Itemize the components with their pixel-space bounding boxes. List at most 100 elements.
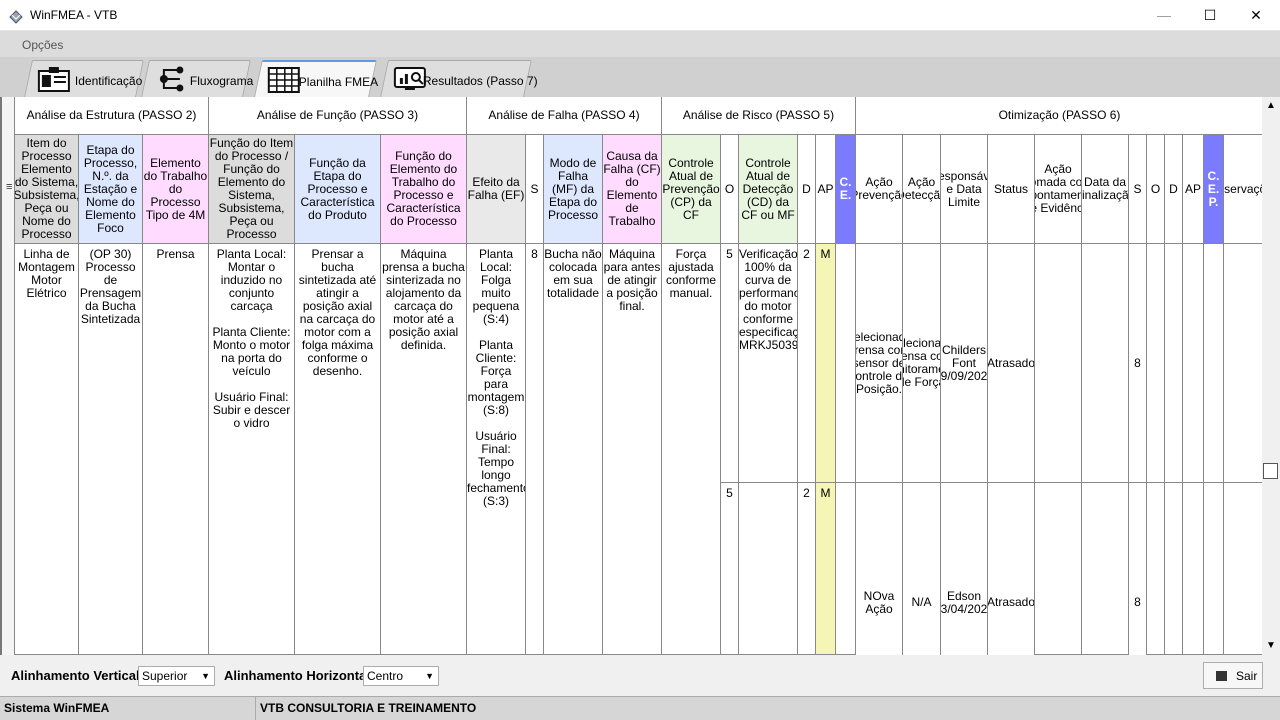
cell-d2[interactable] [1165, 483, 1183, 655]
cell-prev-action[interactable]: Selecionada prensa com sensor de control… [856, 244, 903, 483]
cell-func-step[interactable]: Prensar a bucha sintetizada até atingir … [295, 244, 381, 655]
close-button[interactable]: ✕ [1233, 0, 1279, 30]
tab-fluxograma[interactable]: Fluxograma [141, 60, 254, 97]
cell-ap2[interactable] [1183, 244, 1204, 483]
cell-func-item[interactable]: Planta Local: Montar o induzido no conju… [209, 244, 295, 655]
tab-bar: Identificação Fluxograma Planilha FMEA R… [0, 57, 1280, 97]
cell-det-action[interactable]: Selecionada prensa com monitoramento de … [903, 244, 941, 483]
col-item-header: Item do Processo Elemento do Sistema, Su… [15, 135, 79, 244]
flowchart-icon [159, 66, 184, 92]
window-titlebar: WinFMEA - VTB — ☐ ✕ [0, 0, 1280, 31]
cell-detection[interactable]: Verificação 100% da curva de performance… [739, 244, 798, 483]
cell-s2[interactable]: 8 [1129, 244, 1147, 483]
menu-options[interactable]: Opções [22, 38, 63, 52]
cell-status[interactable]: Atrasado [988, 483, 1035, 655]
col-det-action-header: Ação Detecção [903, 135, 941, 244]
tab-resultados-label: Resultados (Passo 7) [422, 74, 538, 88]
exit-icon [1216, 671, 1227, 681]
cell-cause[interactable]: Máquina para antes de atingir a posição … [603, 244, 662, 655]
cell-o[interactable]: 5 [721, 244, 739, 483]
cell-det-action[interactable]: N/A [903, 483, 941, 655]
col-s-header: S [526, 135, 544, 244]
cell-finish-date[interactable] [1082, 483, 1129, 655]
col-effect-header: Efeito da Falha (EF) [467, 135, 526, 244]
cell-prev-action[interactable]: NOva Ação [856, 483, 903, 655]
col-d2-header: D [1165, 135, 1183, 244]
cell-cep[interactable] [1204, 483, 1224, 655]
cell-mode[interactable]: Bucha não colocada em sua totalidade [544, 244, 603, 655]
cell-responsible[interactable]: Edson 13/04/2023 [941, 483, 988, 655]
tab-fluxograma-label: Fluxograma [189, 74, 254, 88]
fmea-grid[interactable]: ≡ Análise da Estrutura (PASSO 2) Análise… [0, 97, 1262, 655]
col-func-element-header: Função do Elemento do Trabalho do Proces… [381, 135, 467, 244]
col-prevention-header: Controle Atual de Prevenção (CP) da CF [662, 135, 721, 244]
cell-cep[interactable] [1204, 244, 1224, 483]
status-company: VTB CONSULTORIA E TREINAMENTO [260, 701, 477, 715]
window-title: WinFMEA - VTB [30, 8, 118, 22]
col-func-item-header: Função do Item do Processo / Função do E… [209, 135, 295, 244]
cell-responsible[interactable]: Childers Font 09/09/2022 [941, 244, 988, 483]
cell-d[interactable]: 2 [798, 483, 816, 655]
tab-identificacao[interactable]: Identificação [24, 60, 144, 97]
horizontal-alignment-select[interactable]: Centro ▼ [363, 666, 439, 686]
alignment-toolbar: Alinhamento Vertical: Superior ▼ Alinham… [0, 655, 1280, 696]
cell-observations[interactable] [1224, 244, 1262, 483]
group-optimization: Otimização (PASSO 6) [856, 97, 1262, 135]
scroll-thumb[interactable] [1263, 463, 1278, 479]
col-o-header: O [721, 135, 739, 244]
minimize-button[interactable]: — [1141, 0, 1187, 30]
cell-finish-date[interactable] [1082, 244, 1129, 483]
cell-effect[interactable]: Planta Local: Folga muito pequena (S:4) … [467, 244, 526, 655]
col-ap2-header: AP [1183, 135, 1204, 244]
cell-o2[interactable] [1147, 244, 1165, 483]
tab-identificacao-label: Identificação [74, 74, 143, 88]
group-structure: Análise da Estrutura (PASSO 2) [15, 97, 209, 135]
tab-planilha-fmea[interactable]: Planilha FMEA [254, 60, 379, 97]
col-prev-action-header: Ação Prevenção [856, 135, 903, 244]
cell-ce[interactable] [836, 244, 856, 483]
maximize-button[interactable]: ☐ [1187, 0, 1233, 30]
tab-planilha-fmea-label: Planilha FMEA [298, 75, 379, 89]
group-failure: Análise de Falha (PASSO 4) [467, 97, 662, 135]
row-selector-icon: ≡ [6, 181, 13, 193]
cell-observations[interactable] [1224, 483, 1262, 655]
cell-s2[interactable]: 8 [1129, 483, 1147, 655]
horizontal-alignment-value: Centro [367, 669, 404, 683]
vertical-scrollbar[interactable]: ▲ ▼ [1262, 97, 1280, 655]
col-action-taken-header: Ação Tomada com Apontamento de Evidência [1035, 135, 1082, 244]
cell-func-element[interactable]: Máquina prensa a bucha sinterizada no al… [381, 244, 467, 655]
cell-d[interactable]: 2 [798, 244, 816, 483]
vertical-alignment-label: Alinhamento Vertical: [11, 668, 144, 683]
scroll-up-icon[interactable]: ▲ [1263, 98, 1279, 114]
cell-severity[interactable]: 8 [526, 244, 544, 655]
col-element-header: Elemento do Trabalho do Processo Tipo de… [143, 135, 209, 244]
col-cep-header: C. E. P. [1204, 135, 1224, 244]
cell-step[interactable]: (OP 30) Processo de Prensagem da Bucha S… [79, 244, 143, 655]
cell-status[interactable]: Atrasado [988, 244, 1035, 483]
cell-prevention[interactable]: Força ajustada conforme manual. [662, 244, 721, 655]
cell-action-taken[interactable] [1035, 483, 1082, 655]
exit-button[interactable]: Sair [1203, 662, 1263, 689]
scroll-down-icon[interactable]: ▼ [1263, 638, 1279, 654]
status-bar: Sistema WinFMEA VTB CONSULTORIA E TREINA… [0, 696, 1280, 720]
cell-action-taken[interactable] [1035, 244, 1082, 483]
cell-ap[interactable]: M [816, 244, 836, 483]
id-card-icon [37, 67, 70, 92]
cell-detection[interactable] [739, 483, 798, 655]
dropdown-arrow-icon: ▼ [201, 671, 210, 681]
vertical-alignment-select[interactable]: Superior ▼ [138, 666, 215, 686]
cell-o2[interactable] [1147, 483, 1165, 655]
cell-ap[interactable]: M [816, 483, 836, 655]
status-system: Sistema WinFMEA [0, 697, 256, 720]
cell-o[interactable]: 5 [721, 483, 739, 655]
results-monitor-icon [393, 67, 426, 90]
cell-d2[interactable] [1165, 244, 1183, 483]
cell-item[interactable]: Linha de Montagem Motor Elétrico [15, 244, 79, 655]
spreadsheet-icon [267, 67, 300, 93]
cell-ap2[interactable] [1183, 483, 1204, 655]
tab-resultados[interactable]: Resultados (Passo 7) [380, 60, 538, 97]
cell-element[interactable]: Prensa [143, 244, 209, 655]
col-responsible-header: Responsável e Data Limite [941, 135, 988, 244]
group-function: Análise de Função (PASSO 3) [209, 97, 467, 135]
cell-ce[interactable] [836, 483, 856, 655]
